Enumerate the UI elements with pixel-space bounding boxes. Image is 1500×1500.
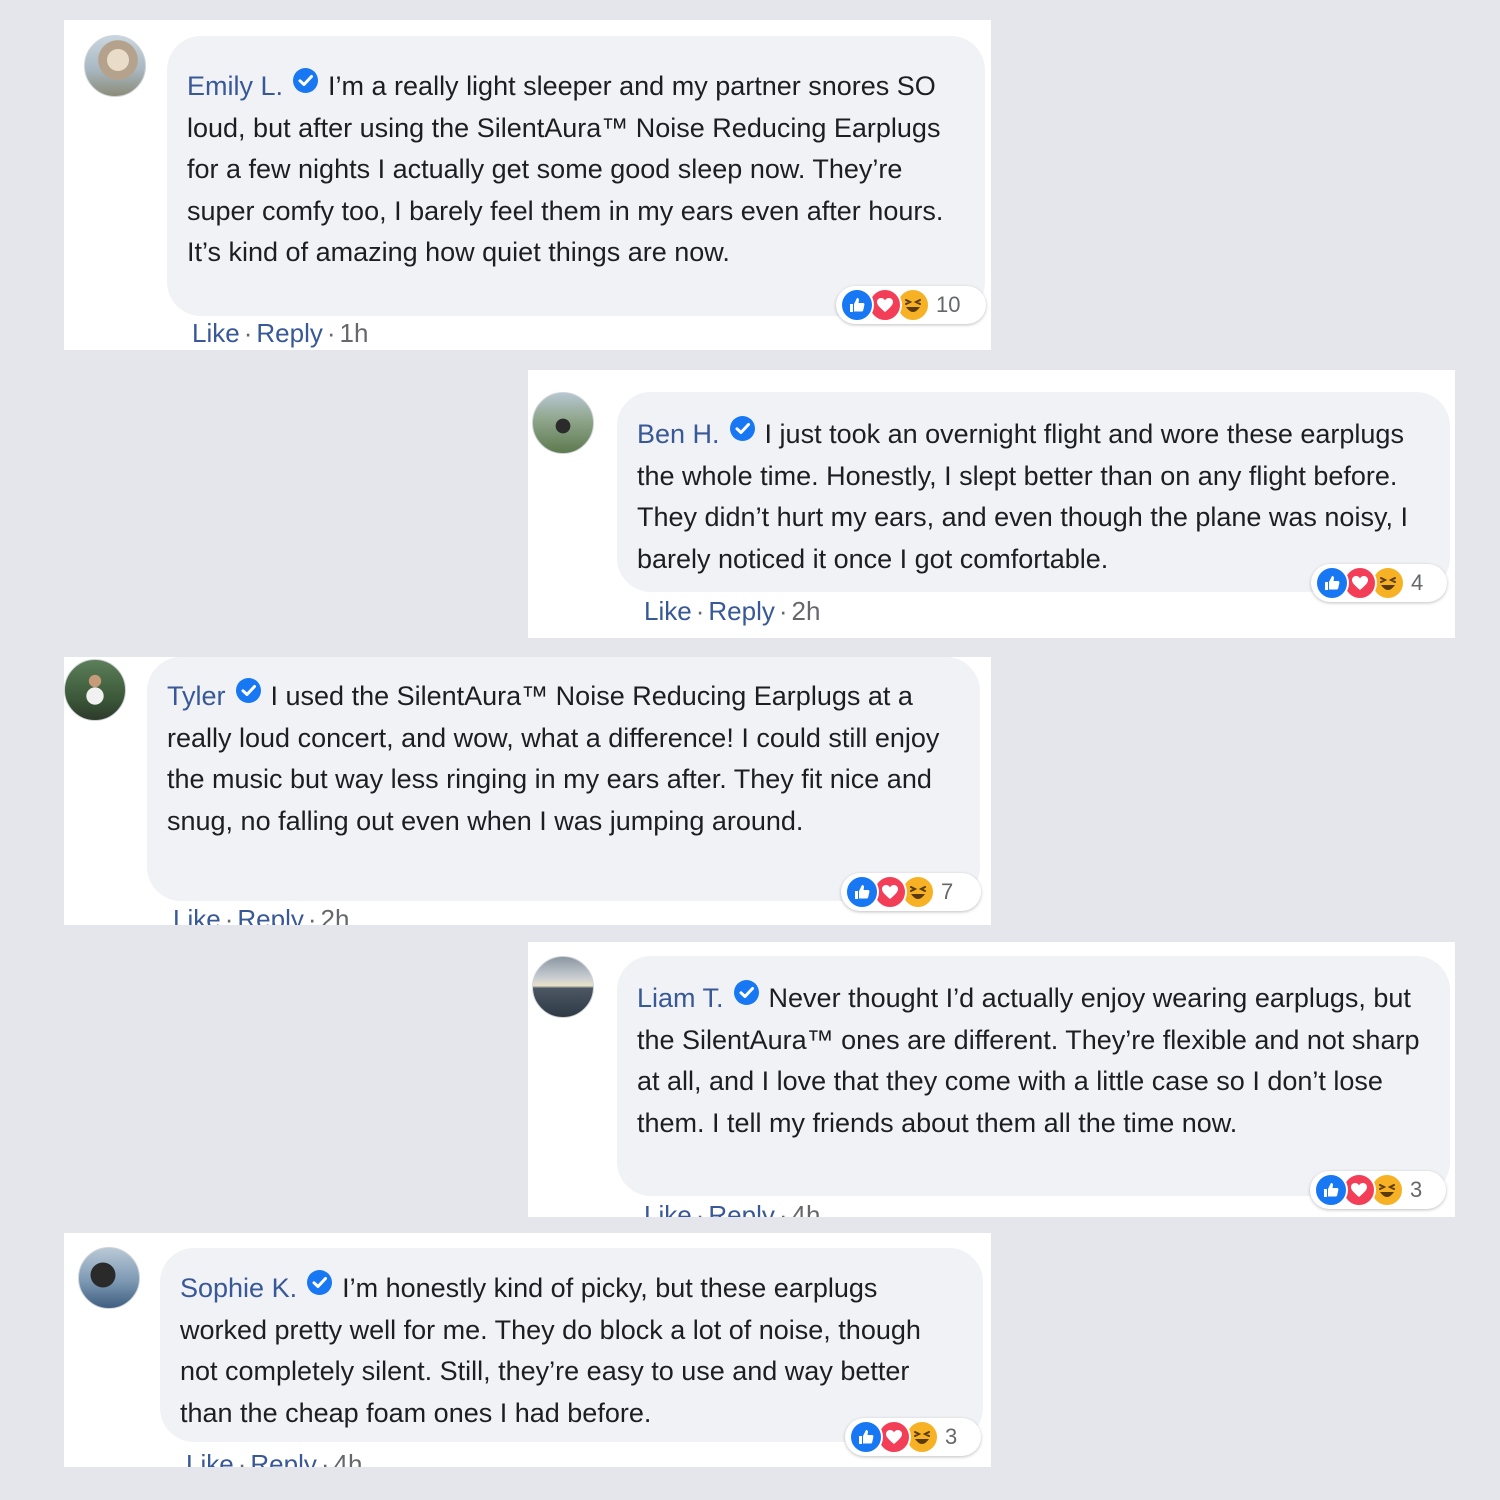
comment-text: I used the SilentAura™ Noise Reducing Ea…	[167, 681, 940, 836]
comment-card: Sophie K. I’m honestly kind of picky, but…	[64, 1233, 991, 1467]
comment-text: Never thought I’d actually enjoy wearing…	[637, 983, 1420, 1138]
like-icon	[1314, 1173, 1348, 1207]
reply-link[interactable]: Reply	[250, 1449, 316, 1467]
reply-link[interactable]: Reply	[708, 1200, 774, 1217]
reaction-count: 7	[941, 879, 954, 904]
comment-actions: Like · Reply · 2h	[644, 596, 821, 626]
comment-actions: Like · Reply · 4h	[644, 1200, 820, 1217]
reply-link[interactable]: Reply	[708, 596, 774, 626]
reaction-count: 3	[1410, 1177, 1423, 1202]
comment-actions: Like · Reply · 1h	[192, 318, 369, 348]
comment-card: Liam T. Never thought I’d actually enjoy …	[528, 942, 1455, 1217]
timestamp[interactable]: 4h	[334, 1449, 363, 1467]
timestamp[interactable]: 4h	[792, 1200, 821, 1217]
verified-badge-icon	[293, 68, 319, 93]
like-link[interactable]: Like	[192, 318, 240, 348]
timestamp[interactable]: 2h	[792, 596, 821, 626]
reaction-summary[interactable]: 3	[1310, 1171, 1446, 1209]
commenter-name[interactable]: Sophie K.	[180, 1273, 297, 1303]
reaction-summary[interactable]: 3	[845, 1418, 981, 1456]
comment-card: Ben H. I just took an overnight flight an…	[528, 370, 1455, 638]
comment-bubble: Emily L. I’m a really light sleeper and m…	[167, 36, 985, 316]
comment-card: Emily L. I’m a really light sleeper and m…	[64, 20, 991, 350]
reply-link[interactable]: Reply	[237, 904, 303, 925]
like-icon	[840, 288, 874, 322]
reaction-count: 4	[1411, 570, 1424, 595]
comment-text: I’m a really light sleeper and my partne…	[187, 71, 944, 267]
like-icon	[849, 1420, 883, 1454]
comment-bubble: Tyler I used the SilentAura™ Noise Reduci…	[147, 657, 980, 901]
commenter-name[interactable]: Tyler	[167, 681, 226, 711]
avatar[interactable]	[532, 392, 594, 454]
comment-bubble: Ben H. I just took an overnight flight an…	[617, 392, 1450, 592]
like-link[interactable]: Like	[644, 596, 692, 626]
verified-badge-icon	[235, 678, 261, 703]
reaction-summary[interactable]: 7	[841, 873, 981, 911]
like-icon	[845, 875, 879, 909]
like-link[interactable]: Like	[173, 904, 221, 925]
comment-actions: Like · Reply · 2h	[173, 904, 349, 925]
reply-link[interactable]: Reply	[256, 318, 322, 348]
reaction-summary[interactable]: 4	[1311, 564, 1447, 602]
timestamp[interactable]: 1h	[340, 318, 369, 348]
comment-bubble: Liam T. Never thought I’d actually enjoy …	[617, 956, 1450, 1196]
reaction-count: 10	[936, 292, 961, 317]
comment-bubble: Sophie K. I’m honestly kind of picky, but…	[160, 1248, 983, 1442]
reaction-summary[interactable]: 10	[836, 286, 986, 324]
avatar[interactable]	[78, 1247, 140, 1309]
comment-text: I just took an overnight flight and wore…	[637, 419, 1408, 574]
verified-badge-icon	[307, 1270, 333, 1295]
commenter-name[interactable]: Emily L.	[187, 71, 283, 101]
commenter-name[interactable]: Ben H.	[637, 419, 720, 449]
timestamp[interactable]: 2h	[321, 904, 350, 925]
avatar[interactable]	[64, 659, 126, 721]
reaction-count: 3	[945, 1424, 958, 1449]
verified-badge-icon	[733, 980, 759, 1005]
commenter-name[interactable]: Liam T.	[637, 983, 724, 1013]
like-link[interactable]: Like	[186, 1449, 234, 1467]
comment-actions: Like · Reply · 4h	[186, 1449, 362, 1467]
verified-badge-icon	[729, 416, 755, 441]
avatar[interactable]	[532, 956, 594, 1018]
like-link[interactable]: Like	[644, 1200, 692, 1217]
avatar[interactable]	[84, 35, 146, 97]
comment-card: Tyler I used the SilentAura™ Noise Reduci…	[64, 657, 991, 925]
like-icon	[1315, 566, 1349, 600]
